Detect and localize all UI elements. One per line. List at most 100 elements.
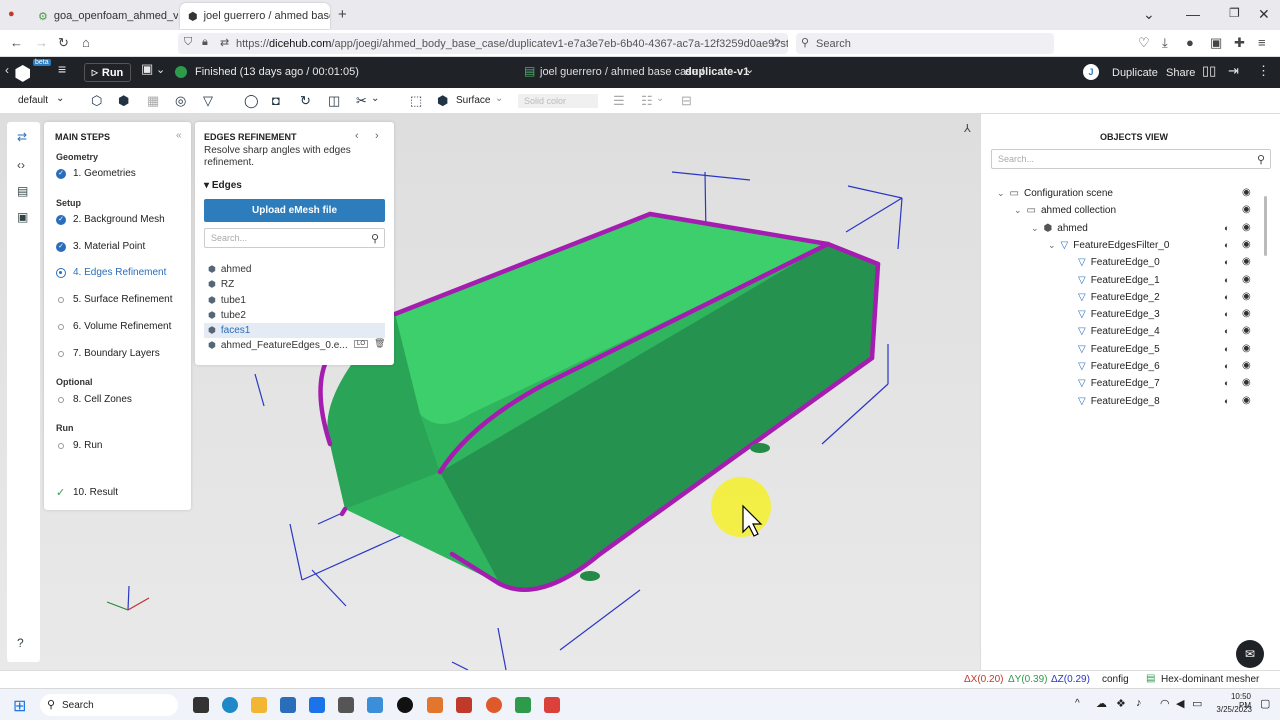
browser-menu-icon[interactable]: ●: [8, 8, 15, 20]
cube-solid-icon[interactable]: ⬢: [118, 93, 129, 109]
duplicate-button[interactable]: Duplicate: [1112, 67, 1158, 79]
view-select[interactable]: default: [18, 95, 48, 106]
chat-icon[interactable]: ✉: [1236, 640, 1264, 668]
collapse-icon[interactable]: «: [176, 130, 182, 141]
tree-item[interactable]: ▽ FeatureEdge_2: [1065, 289, 1160, 306]
step-volume-refinement[interactable]: 6. Volume Refinement: [56, 321, 171, 332]
entity-item[interactable]: ⬢ ahmed_FeatureEdges_0.e... LO 🗑︎: [204, 338, 385, 353]
entity-item[interactable]: ⬢ tube1: [204, 293, 385, 308]
layers-icon[interactable]: ◎: [175, 93, 186, 109]
sphere-icon[interactable]: ◯: [244, 93, 259, 109]
grid-icon[interactable]: ▦: [147, 93, 159, 109]
step-material-point[interactable]: ✓ 3. Material Point: [56, 241, 145, 252]
home-icon[interactable]: ⌂: [82, 35, 90, 50]
chevron-down-icon[interactable]: ⌄: [656, 93, 664, 104]
notifications-icon[interactable]: ▢: [1260, 697, 1270, 710]
breadcrumb-owner[interactable]: joel guerrero / ahmed base case /: [540, 66, 704, 78]
chevron-left-icon[interactable]: ‹: [5, 63, 9, 77]
app-icon[interactable]: [515, 697, 531, 713]
run-button[interactable]: ▷ Run: [84, 63, 131, 82]
browser-search-field[interactable]: ⚲ Search: [796, 33, 1054, 54]
visibility-eye-icon[interactable]: ◉: [1242, 274, 1251, 285]
breadcrumb-current[interactable]: duplicate-v1: [685, 66, 749, 78]
camera-icon[interactable]: ◘: [272, 93, 280, 108]
visibility-eye-icon[interactable]: ◉: [1242, 395, 1251, 406]
expand-caret-icon[interactable]: ⌄: [1031, 223, 1039, 234]
expand-tree-icon[interactable]: ⅄: [964, 122, 971, 135]
edge-browser-icon[interactable]: [222, 697, 238, 713]
task-view-icon[interactable]: [193, 697, 209, 713]
tree-item[interactable]: ⌄ ▭ Configuration scene: [997, 185, 1113, 202]
windows-start-icon[interactable]: ⊞: [13, 696, 26, 716]
expand-caret-icon[interactable]: ⌄: [1014, 205, 1022, 216]
visibility-eye-icon[interactable]: ◉: [1242, 377, 1251, 388]
window-close-icon[interactable]: ✕: [1258, 6, 1270, 23]
cube-view-icon[interactable]: ⬡: [91, 93, 102, 109]
browser-tab-2[interactable]: ⬢ joel guerrero / ahmed base case ✕: [180, 3, 330, 29]
app-icon[interactable]: [338, 697, 354, 713]
render-mode-select[interactable]: Surface: [456, 95, 490, 106]
tree-item[interactable]: ⌄ ⬢ ahmed: [1031, 220, 1088, 237]
config-label[interactable]: config: [1102, 674, 1129, 685]
step-edges-refinement[interactable]: 4. Edges Refinement: [56, 267, 166, 278]
url-bar[interactable]: ⛉ 🔒︎ ⇄ https://dicehub.com/app/joegi/ahm…: [178, 33, 788, 54]
browser-tab-1[interactable]: ⚙ goa_openfoam_ahmed_v2 | dic ✕: [30, 3, 178, 29]
tree-item[interactable]: ▽ FeatureEdge_6: [1065, 358, 1160, 375]
trash-icon[interactable]: 🗑︎: [374, 338, 385, 349]
extension-icon[interactable]: ▣: [1210, 35, 1222, 51]
load-badge[interactable]: LO: [354, 340, 369, 348]
step-surface-refinement[interactable]: 5. Surface Refinement: [56, 294, 173, 305]
database-icon[interactable]: ▤: [17, 184, 28, 198]
visibility-eye-icon[interactable]: ◉: [1242, 256, 1251, 267]
visibility-eye-icon[interactable]: ◉: [1242, 360, 1251, 371]
tree-item[interactable]: ▽ FeatureEdge_4: [1065, 323, 1160, 340]
opacity-icon[interactable]: ◐: [1224, 378, 1229, 388]
opacity-icon[interactable]: ◐: [1224, 326, 1229, 336]
mail-icon[interactable]: [309, 697, 325, 713]
app-icon[interactable]: [367, 697, 383, 713]
object-focus-icon[interactable]: ⬚: [410, 93, 422, 109]
upload-emesh-button[interactable]: Upload eMesh file: [204, 199, 385, 222]
tree-item[interactable]: ▽ FeatureEdge_8: [1065, 393, 1160, 410]
bookmark-star-icon[interactable]: ☆: [770, 35, 782, 51]
tree-scrollbar[interactable]: [1264, 196, 1267, 256]
forward-icon[interactable]: →: [35, 35, 48, 50]
docs-book-icon[interactable]: ▯▯: [1202, 63, 1216, 79]
step-geometries[interactable]: ✓ 1. Geometries: [56, 168, 136, 179]
visibility-eye-icon[interactable]: ◉: [1242, 204, 1251, 215]
step-background-mesh[interactable]: ✓ 2. Background Mesh: [56, 214, 165, 225]
visibility-eye-icon[interactable]: ◉: [1242, 343, 1251, 354]
dropbox-icon[interactable]: ❖: [1116, 697, 1126, 710]
opacity-icon[interactable]: ◐: [1224, 396, 1229, 406]
entity-item-selected[interactable]: ⬢ faces1: [204, 323, 385, 338]
tools-icon[interactable]: ✂: [356, 93, 367, 109]
firefox-icon[interactable]: [486, 697, 502, 713]
app-icon[interactable]: [544, 697, 560, 713]
opacity-icon[interactable]: ◐: [1224, 361, 1229, 371]
reload-icon[interactable]: ↻: [58, 35, 69, 51]
share-button[interactable]: Share: [1166, 67, 1195, 79]
code-icon[interactable]: ‹›: [17, 158, 25, 172]
expand-caret-icon[interactable]: ⌄: [997, 188, 1005, 199]
tree-item[interactable]: ⌄ ▽ FeatureEdgesFilter_0: [1048, 237, 1169, 254]
color-mode-select[interactable]: Solid color: [518, 94, 598, 108]
filter-icon[interactable]: ▽: [203, 93, 213, 109]
dicehub-logo-icon[interactable]: ⬢: [14, 61, 31, 86]
wifi-icon[interactable]: ◠: [1160, 697, 1170, 710]
hamburger-menu-icon[interactable]: ≡: [58, 61, 66, 77]
chevron-down-icon[interactable]: ⌄: [371, 93, 379, 104]
opacity-icon[interactable]: ◐: [1224, 275, 1229, 285]
opacity-icon[interactable]: ◐: [1224, 292, 1229, 302]
chevron-down-icon[interactable]: ⌄: [156, 63, 165, 76]
opacity-icon[interactable]: ◐: [1224, 309, 1229, 319]
mesher-label[interactable]: Hex-dominant mesher: [1161, 674, 1259, 685]
opacity-icon[interactable]: ◐: [1224, 257, 1229, 267]
box-icon[interactable]: ◫: [328, 93, 340, 109]
opacity-icon[interactable]: ◐: [1224, 240, 1229, 250]
app-icon[interactable]: [427, 697, 443, 713]
clock-date[interactable]: 3/25/2023: [1212, 705, 1252, 714]
pocket-icon[interactable]: ♡: [1138, 35, 1150, 51]
more-options-icon[interactable]: ⋮: [1257, 63, 1270, 79]
step-boundary-layers[interactable]: 7. Boundary Layers: [56, 348, 160, 359]
workflow-icon[interactable]: ⇄: [17, 130, 27, 144]
